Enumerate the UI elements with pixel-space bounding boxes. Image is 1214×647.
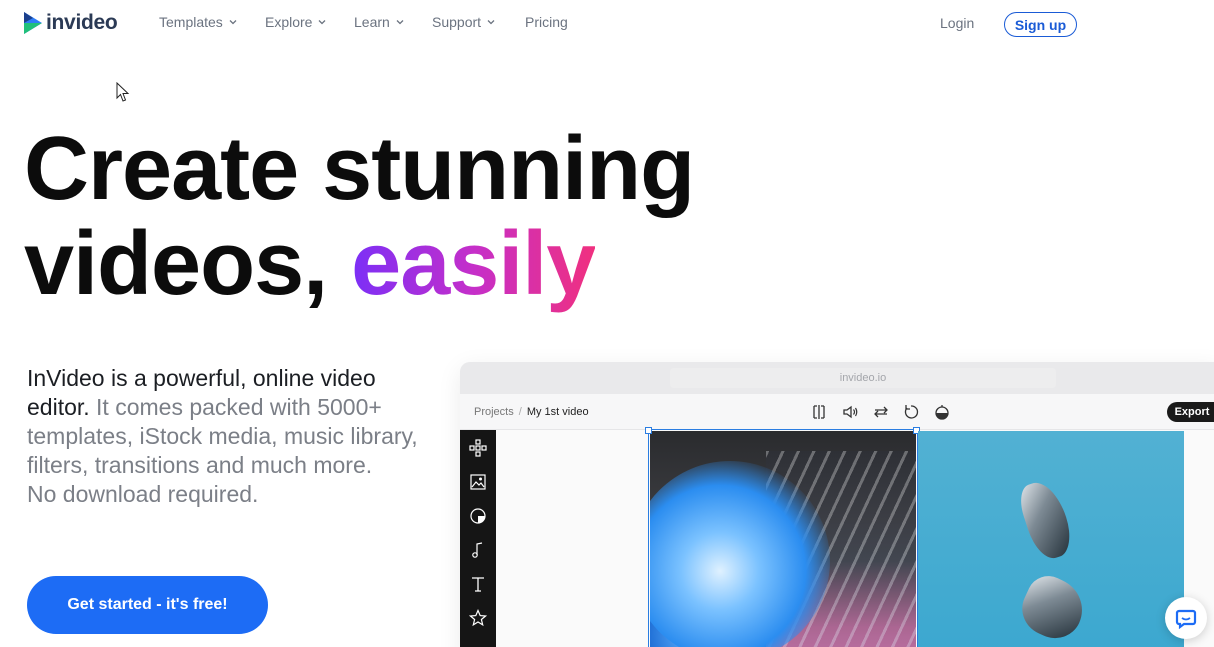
mouse-cursor-icon [116,82,130,102]
nav-label: Templates [159,14,223,30]
chat-widget-button[interactable] [1165,597,1207,639]
brand-name: invideo [46,11,118,34]
nav-label: Pricing [525,14,568,30]
export-button[interactable]: Export [1167,402,1214,422]
split-icon [813,405,825,419]
music-icon [472,542,483,558]
nav-label: Support [432,14,482,30]
resize-handle[interactable] [645,427,652,434]
signup-button[interactable]: Sign up [1004,12,1077,37]
nav-learn[interactable]: Learn [354,14,404,30]
editor-sidebar [460,430,496,647]
nav-support[interactable]: Support [432,14,495,30]
top-nav: invideo Templates Explore Learn Support … [0,0,1214,48]
brand-logo[interactable]: invideo [22,10,118,36]
hero-highlight: easily [351,214,596,314]
chevron-down-icon [319,20,326,25]
chat-icon [1175,609,1197,629]
rotate-icon [904,405,919,419]
nav-label: Explore [265,14,313,30]
get-started-button[interactable]: Get started - it's free! [27,576,268,634]
chevron-down-icon [229,20,237,25]
editor-toolbar: Projects / My 1st video Export [460,394,1214,430]
url-bar: invideo.io [670,368,1056,388]
text-icon [472,577,484,592]
breadcrumb-projects: Projects [474,406,514,418]
star-icon [469,609,487,627]
nav-pricing[interactable]: Pricing [525,14,568,30]
media-icon [470,474,486,490]
swap-icon [874,406,888,418]
sticker-icon [470,508,486,524]
editor-preview: invideo.io Projects / My 1st video Export [460,362,1214,647]
chevron-down-icon [487,20,495,25]
browser-chrome: invideo.io [460,362,1214,394]
selection-frame[interactable] [648,429,918,647]
sneaker-bottom [1013,569,1093,647]
hero-headline: Create stunning videos, easily [24,119,695,314]
layout-icon [469,439,487,457]
chevron-down-icon [396,20,404,25]
hero-description: InVideo is a powerful, online video edit… [27,364,427,509]
volume-icon [843,405,858,419]
sneaker-top [1014,476,1078,564]
opacity-icon [935,405,949,420]
nav-label: Learn [354,14,390,30]
description-line-2: No download required. [27,481,259,507]
sneakers-photo [918,431,1184,647]
breadcrumb-current: My 1st video [526,406,589,418]
breadcrumb: Projects / My 1st video [474,406,589,418]
nav-templates[interactable]: Templates [159,14,237,30]
editor-canvas [496,427,1214,647]
breadcrumb-separator: / [518,406,522,418]
login-link[interactable]: Login [940,15,974,31]
nav-explore[interactable]: Explore [265,14,326,30]
invideo-logo-icon [24,12,42,34]
hero-line-1: Create stunning [24,119,695,219]
hero-line-2-prefix: videos, [24,214,352,314]
